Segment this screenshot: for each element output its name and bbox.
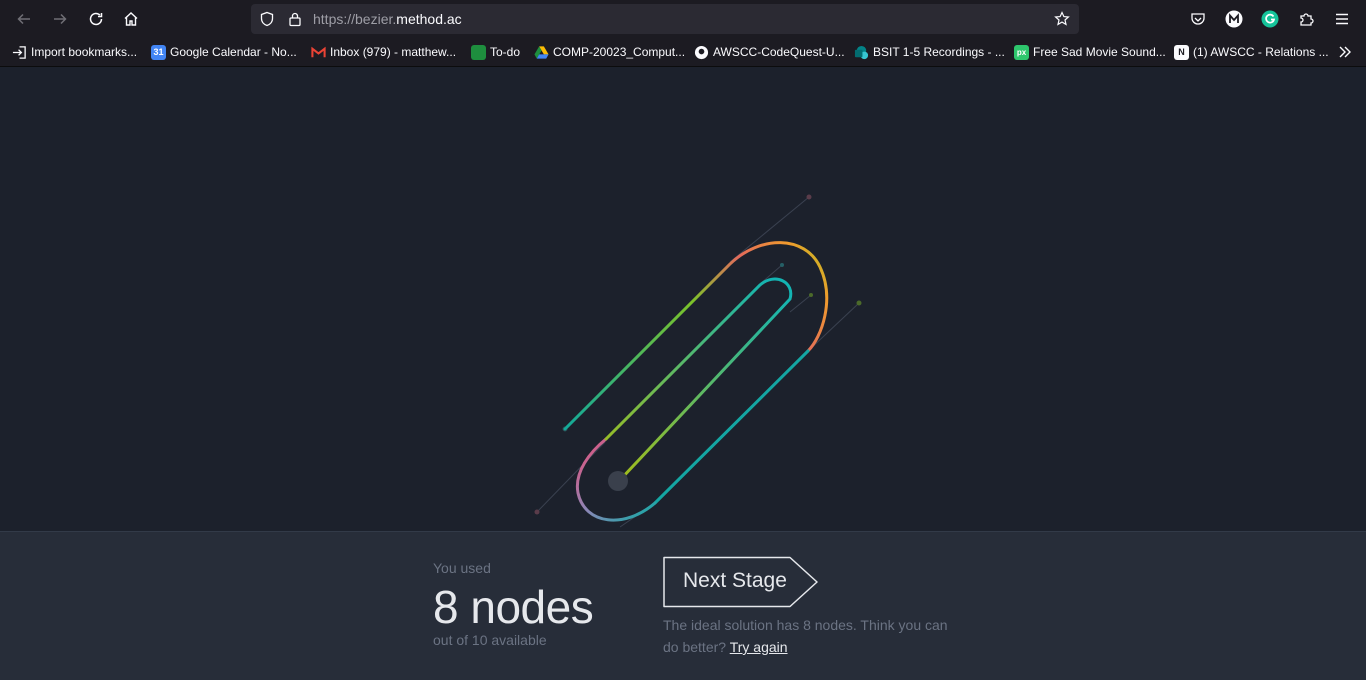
account-button[interactable] — [1223, 8, 1245, 30]
available-count: out of 10 available — [433, 632, 547, 648]
reload-icon — [89, 12, 103, 26]
sharepoint-icon — [854, 45, 869, 59]
bookmark-google-calendar[interactable]: 31 Google Calendar - No... — [151, 43, 297, 61]
control-point[interactable] — [806, 194, 812, 200]
control-handle — [536, 441, 606, 513]
url-text[interactable]: https://bezier.method.ac — [313, 11, 462, 27]
chevron-double-right-icon — [1339, 46, 1351, 58]
node-count: 8 nodes — [433, 581, 594, 633]
control-point[interactable] — [534, 509, 540, 515]
browser-toolbar: https://bezier.method.ac — [0, 0, 1366, 38]
next-stage-label: Next Stage — [683, 569, 787, 592]
bookmark-label: AWSCC-CodeQuest-U... — [713, 45, 845, 59]
url-bar[interactable]: https://bezier.method.ac — [251, 4, 1079, 34]
lock-icon[interactable] — [287, 11, 303, 27]
try-again-link[interactable]: Try again — [730, 639, 788, 655]
next-stage-button[interactable]: Next Stage — [662, 556, 822, 608]
reload-button[interactable] — [82, 5, 110, 33]
paperclip-outer-return — [653, 349, 810, 505]
control-point[interactable] — [780, 263, 784, 267]
hamburger-menu-icon — [1336, 13, 1348, 25]
home-icon — [124, 12, 138, 26]
bookmark-pixabay[interactable]: px Free Sad Movie Sound... — [1014, 43, 1166, 61]
result-panel: You used 8 nodes out of 10 available Nex… — [0, 531, 1366, 680]
back-arrow-icon — [17, 13, 30, 25]
bookmark-google-drive[interactable]: COMP-20023_Comput... — [534, 43, 685, 61]
bookmark-import[interactable]: Import bookmarks... — [12, 43, 137, 61]
bookmarks-overflow-button[interactable] — [1338, 43, 1352, 61]
bookmark-label: Free Sad Movie Sound... — [1033, 45, 1166, 59]
bookmark-sharepoint[interactable]: BSIT 1-5 Recordings - ... — [854, 43, 1005, 61]
pocket-button[interactable] — [1187, 8, 1209, 30]
ideal-text: The ideal solution has 8 nodes. Think yo… — [663, 617, 948, 655]
url-host: method.ac — [396, 11, 462, 27]
control-handle — [789, 294, 812, 313]
home-button[interactable] — [117, 5, 145, 33]
classroom-icon — [471, 44, 486, 60]
used-label: You used — [433, 560, 491, 576]
paperclip-inner-wire — [604, 277, 793, 482]
gmail-icon — [311, 46, 326, 57]
extensions-button[interactable] — [1295, 8, 1317, 30]
bookmark-gmail[interactable]: Inbox (979) - matthew... — [311, 43, 456, 61]
notion-icon: N — [1174, 44, 1189, 60]
menu-button[interactable] — [1331, 8, 1353, 30]
ideal-solution-text: The ideal solution has 8 nodes. Think yo… — [663, 614, 953, 658]
bookmarks-toolbar: Import bookmarks... 31 Google Calendar -… — [0, 38, 1366, 67]
forward-arrow-icon — [54, 13, 67, 25]
google-calendar-icon: 31 — [151, 44, 166, 60]
bookmark-label: Google Calendar - No... — [170, 45, 297, 59]
bookmark-star-icon[interactable] — [1054, 11, 1070, 27]
bookmark-todo[interactable]: To-do — [471, 43, 520, 61]
back-button[interactable] — [10, 5, 38, 33]
bookmark-notion[interactable]: N (1) AWSCC - Relations ... — [1174, 43, 1329, 61]
forward-button[interactable] — [46, 5, 74, 33]
bezier-game-canvas[interactable] — [0, 67, 1366, 531]
bookmark-label: Inbox (979) - matthew... — [330, 45, 457, 59]
github-icon — [694, 45, 709, 59]
grammarly-extension-button[interactable] — [1259, 8, 1281, 30]
control-handle — [729, 196, 810, 263]
url-scheme: https://bezier. — [313, 11, 397, 27]
puzzle-icon — [1300, 13, 1314, 26]
control-point[interactable] — [809, 293, 813, 297]
control-point[interactable] — [856, 300, 862, 306]
bookmark-label: BSIT 1-5 Recordings - ... — [873, 45, 1005, 59]
bookmark-label: (1) AWSCC - Relations ... — [1193, 45, 1329, 59]
account-avatar-icon — [1225, 10, 1243, 28]
grammarly-icon — [1261, 10, 1279, 28]
pocket-icon — [1191, 13, 1205, 25]
pixabay-icon: px — [1014, 44, 1029, 60]
tracking-shield-icon[interactable] — [259, 11, 275, 27]
google-drive-icon — [534, 45, 549, 59]
import-icon — [12, 45, 26, 59]
bookmark-label: COMP-20023_Comput... — [553, 45, 686, 59]
start-node[interactable] — [608, 471, 628, 491]
paperclip-drawing[interactable] — [0, 67, 1366, 531]
bookmark-github[interactable]: AWSCC-CodeQuest-U... — [694, 43, 845, 61]
bookmark-label: Import bookmarks... — [31, 45, 138, 59]
bookmark-label: To-do — [490, 45, 521, 59]
